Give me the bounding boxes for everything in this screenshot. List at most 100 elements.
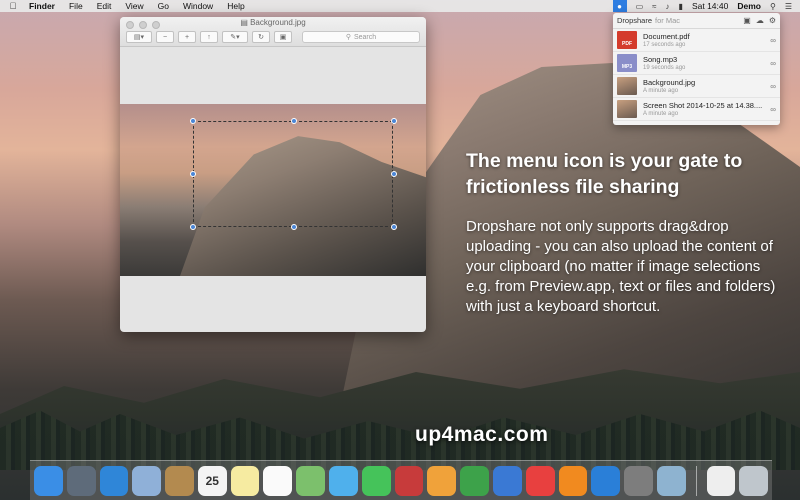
dropshare-item-name: Document.pdf <box>643 32 690 41</box>
numbers-icon[interactable] <box>460 465 489 496</box>
mail-icon[interactable] <box>132 465 162 496</box>
selection-handle-r[interactable] <box>391 171 397 177</box>
dropshare-item[interactable]: PDF Document.pdf 17 seconds ago ∞ <box>613 29 780 52</box>
pages-icon[interactable] <box>427 465 457 496</box>
preview-image[interactable] <box>120 104 426 276</box>
search-placeholder: Search <box>353 33 377 41</box>
screenshot-icon[interactable]: ▣ <box>743 16 751 25</box>
copy-link-icon[interactable]: ∞ <box>770 59 776 68</box>
selection-handle-t[interactable] <box>291 118 297 124</box>
dropshare-item-name: Song.mp3 <box>643 55 678 64</box>
menubar-status-area: ● ▭ ≈ ♪ ▮ Sat 14:40 Demo ⚲ ☰ <box>612 0 792 12</box>
menubar-user[interactable]: Demo <box>737 1 761 11</box>
launchpad-icon[interactable] <box>66 465 96 496</box>
upload-icon[interactable]: ☁ <box>756 16 764 25</box>
dropshare-header: Dropshare for Mac ▣ ☁ ⚙ <box>613 13 780 29</box>
selection-handle-br[interactable] <box>391 224 397 230</box>
airplay-icon[interactable]: ▭ <box>636 2 644 11</box>
share-button[interactable]: ↑ <box>200 31 218 43</box>
dropshare-item-text: Screen Shot 2014-10-25 at 14.38.... A min… <box>643 101 766 117</box>
dropshare-item-text: Song.mp3 19 seconds ago <box>643 55 766 71</box>
ibooks-icon[interactable] <box>558 465 588 496</box>
notes-icon[interactable] <box>230 465 260 496</box>
menubar-clock[interactable]: Sat 14:40 <box>692 1 728 11</box>
spotlight-icon[interactable]: ⚲ <box>770 2 776 11</box>
photobooth-icon[interactable] <box>394 465 424 496</box>
copy-link-icon[interactable]: ∞ <box>770 36 776 45</box>
dropshare-brand: Dropshare <box>617 16 653 25</box>
dropshare-item[interactable]: Screen Shot 2014-10-25 at 14.38.... A min… <box>613 98 780 121</box>
battery-icon[interactable]: ▮ <box>679 2 683 11</box>
preview-titlebar[interactable]: ▤ Background.jpg ▤▾ − + ↑ ✎▾ ↻ ▣ ⚲ Searc… <box>120 17 426 47</box>
dropshare-item-text: Background.jpg A minute ago <box>643 78 766 94</box>
dropshare-item[interactable]: Background.jpg A minute ago ∞ <box>613 75 780 98</box>
copy-link-icon[interactable]: ∞ <box>770 82 776 91</box>
systemprefs-icon[interactable] <box>624 465 653 496</box>
img-thumbnail-icon <box>617 77 637 95</box>
settings-gear-icon[interactable]: ⚙ <box>769 16 776 25</box>
menu-window[interactable]: Window <box>183 1 213 11</box>
dropshare-item-name: Screen Shot 2014-10-25 at 14.38.... <box>643 101 763 110</box>
trash-icon[interactable] <box>739 465 769 496</box>
preview-toolbar: ▤▾ − + ↑ ✎▾ ↻ ▣ ⚲ Search <box>126 30 420 44</box>
menu-view[interactable]: View <box>125 1 143 11</box>
document-stack-icon[interactable] <box>706 465 736 496</box>
markup-button[interactable]: ✎▾ <box>222 31 248 43</box>
messages-icon[interactable] <box>329 465 358 496</box>
menu-help[interactable]: Help <box>227 1 244 11</box>
preview-icon[interactable] <box>656 465 686 496</box>
dropshare-subtitle: for Mac <box>655 16 681 25</box>
keynote-icon[interactable] <box>492 465 522 496</box>
dropshare-item-name: Background.jpg <box>643 78 696 87</box>
zoom-out-button[interactable]: − <box>156 31 174 43</box>
selection-handle-tl[interactable] <box>190 118 196 124</box>
selection-handle-tr[interactable] <box>391 118 397 124</box>
selection-handle-b[interactable] <box>291 224 297 230</box>
apple-icon[interactable]:  <box>7 0 19 12</box>
menu-go[interactable]: Go <box>158 1 169 11</box>
zoom-in-button[interactable]: + <box>178 31 196 43</box>
dropshare-item-time: 17 seconds ago <box>643 42 686 48</box>
sidebar-toggle-button[interactable]: ▤▾ <box>126 31 152 43</box>
img-thumbnail-icon <box>617 100 637 118</box>
dropshare-item-text: Document.pdf 17 seconds ago <box>643 32 766 48</box>
menu-finder[interactable]: Finder <box>29 1 55 11</box>
maps-icon[interactable] <box>296 465 326 496</box>
itunes-icon[interactable] <box>525 465 555 496</box>
appstore-icon[interactable] <box>591 465 621 496</box>
window-title: ▤ Background.jpg <box>240 18 306 27</box>
dropshare-item-time: A minute ago <box>643 111 679 117</box>
search-field[interactable]: ⚲ Search <box>302 31 420 43</box>
selection-handle-bl[interactable] <box>190 224 196 230</box>
toolbox-button[interactable]: ▣ <box>274 31 292 43</box>
dropshare-item[interactable]: MP3 Song.mp3 19 seconds ago ∞ <box>613 52 780 75</box>
image-selection[interactable] <box>190 118 397 230</box>
dropshare-popover: Dropshare for Mac ▣ ☁ ⚙ PDF Document.pdf 1… <box>613 13 780 125</box>
dropshare-menu-icon[interactable]: ● <box>612 0 627 12</box>
preview-window: ▤ Background.jpg ▤▾ − + ↑ ✎▾ ↻ ▣ ⚲ Searc… <box>120 17 426 332</box>
calendar-icon[interactable]: 25 <box>197 465 227 496</box>
body-text: Dropshare not only supports drag&drop up… <box>466 218 776 315</box>
dock-separator <box>695 465 697 496</box>
dock: 25 <box>30 460 772 500</box>
reminders-icon[interactable] <box>263 465 293 496</box>
dropshare-item-time: 19 seconds ago <box>643 65 686 71</box>
mp3-thumbnail-icon: MP3 <box>617 54 637 72</box>
watermark: up4mac.com <box>415 423 549 446</box>
pdf-thumbnail-icon: PDF <box>617 31 637 49</box>
menu-bar:  Finder File Edit View Go Window Help ●… <box>0 0 800 12</box>
safari-icon[interactable] <box>99 465 129 496</box>
wifi-icon[interactable]: ≈ <box>652 2 656 11</box>
contacts-icon[interactable] <box>165 465 194 496</box>
dropshare-item-time: A minute ago <box>643 88 679 94</box>
rotate-button[interactable]: ↻ <box>252 31 270 43</box>
volume-icon[interactable]: ♪ <box>666 2 670 11</box>
facetime-icon[interactable] <box>361 465 391 496</box>
notification-center-icon[interactable]: ☰ <box>785 2 792 11</box>
menu-file[interactable]: File <box>69 1 83 11</box>
search-icon: ⚲ <box>345 34 351 41</box>
finder-icon[interactable] <box>34 465 63 496</box>
copy-link-icon[interactable]: ∞ <box>770 105 776 114</box>
menu-edit[interactable]: Edit <box>97 1 112 11</box>
selection-handle-l[interactable] <box>190 171 196 177</box>
